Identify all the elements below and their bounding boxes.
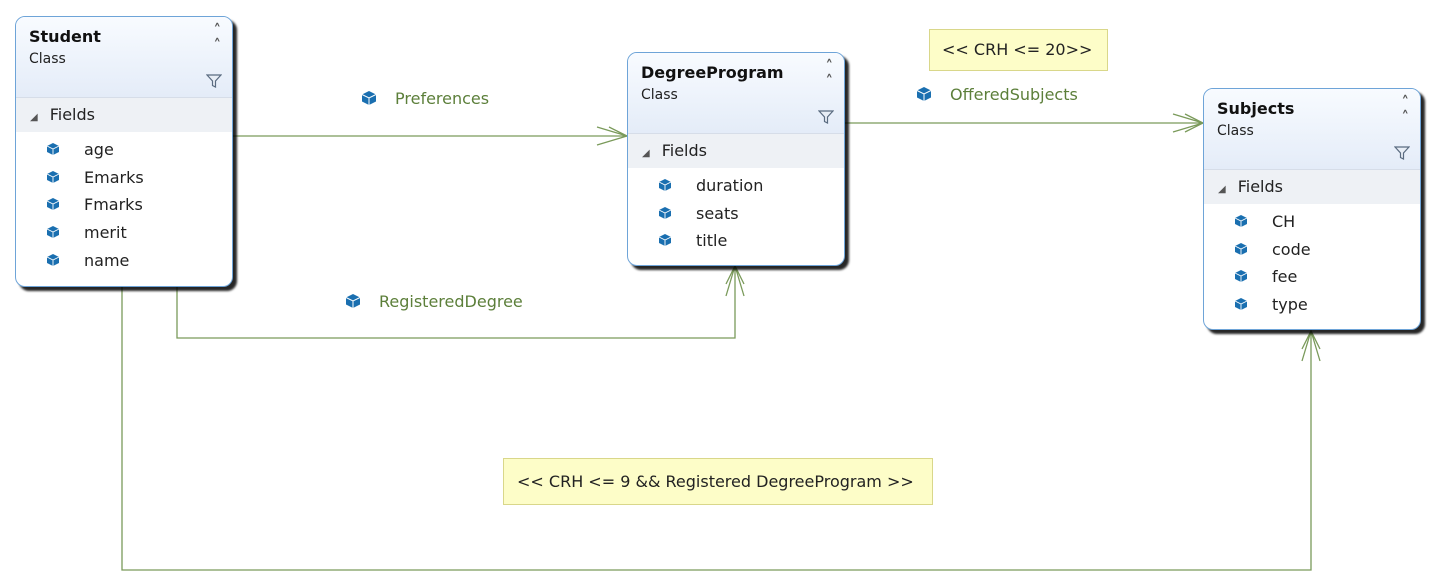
field-name: fee bbox=[1272, 267, 1298, 287]
field-name: Emarks bbox=[84, 167, 144, 187]
field-list: duration seats title bbox=[628, 168, 844, 255]
double-chevron-up-icon[interactable]: ˄ ˄ bbox=[214, 23, 222, 53]
section-label: Fields bbox=[1237, 177, 1283, 196]
filter-funnel-icon[interactable] bbox=[206, 73, 222, 89]
field-item[interactable]: name bbox=[16, 247, 232, 275]
crh-20-note[interactable]: << CRH <= 20>> bbox=[929, 29, 1108, 71]
field-cube-icon bbox=[658, 206, 672, 219]
field-item[interactable]: code bbox=[1204, 236, 1420, 264]
subjects-class-header[interactable]: Subjects Class ˄ ˄ bbox=[1204, 89, 1420, 170]
field-cube-icon bbox=[46, 253, 60, 266]
field-item[interactable]: duration bbox=[628, 172, 844, 200]
degree-program-class-header[interactable]: DegreeProgram Class ˄ ˄ bbox=[628, 53, 844, 134]
field-name: CH bbox=[1272, 212, 1296, 231]
registered-degree-label[interactable]: RegisteredDegree bbox=[345, 292, 523, 311]
crh-9-note[interactable]: << CRH <= 9 && Registered DegreeProgram … bbox=[503, 458, 933, 505]
fields-section-header[interactable]: ◢ Fields bbox=[1204, 170, 1420, 204]
section-label: Fields bbox=[661, 141, 707, 160]
triangle-down-icon[interactable]: ◢ bbox=[1218, 184, 1226, 195]
degree-program-class[interactable]: DegreeProgram Class ˄ ˄ ◢ Fields duration … bbox=[627, 52, 845, 266]
field-cube-icon bbox=[46, 226, 60, 239]
field-item[interactable]: seats bbox=[628, 200, 844, 228]
field-cube-icon bbox=[46, 198, 60, 211]
field-list: age Emarks Fmarks merit name bbox=[16, 132, 232, 274]
offered-subjects-label[interactable]: OfferedSubjects bbox=[916, 85, 1078, 104]
field-name: duration bbox=[696, 176, 764, 195]
field-cube-icon bbox=[658, 234, 672, 247]
field-cube-icon bbox=[1234, 270, 1248, 283]
field-name: name bbox=[84, 250, 130, 270]
student-class[interactable]: Student Class ˄ ˄ ◢ Fields age Emarks Fmar… bbox=[15, 16, 233, 287]
field-cube-icon bbox=[1234, 215, 1248, 227]
property-cube-icon bbox=[361, 91, 377, 105]
association-name: Preferences bbox=[395, 89, 490, 108]
property-cube-icon bbox=[916, 87, 932, 101]
preferences-label[interactable]: Preferences bbox=[361, 89, 489, 108]
class-stereotype: Class bbox=[29, 51, 66, 67]
class-name: DegreeProgram bbox=[641, 63, 784, 82]
field-item[interactable]: age bbox=[16, 136, 232, 164]
field-item[interactable]: type bbox=[1204, 291, 1420, 319]
association-name: RegisteredDegree bbox=[379, 292, 523, 311]
student-subjects-connector bbox=[121, 287, 1312, 571]
field-item[interactable]: Fmarks bbox=[16, 191, 232, 219]
property-cube-icon bbox=[345, 294, 361, 308]
field-item[interactable]: CH bbox=[1204, 208, 1420, 236]
field-item[interactable]: merit bbox=[16, 219, 232, 247]
double-chevron-up-icon[interactable]: ˄ ˄ bbox=[1402, 95, 1410, 125]
field-cube-icon bbox=[1234, 242, 1248, 255]
field-name: seats bbox=[696, 203, 739, 223]
field-item[interactable]: fee bbox=[1204, 263, 1420, 291]
association-name: OfferedSubjects bbox=[950, 85, 1078, 104]
student-class-header[interactable]: Student Class ˄ ˄ bbox=[16, 17, 232, 98]
fields-section-header[interactable]: ◢ Fields bbox=[16, 98, 232, 132]
field-cube-icon bbox=[46, 143, 60, 155]
section-label: Fields bbox=[49, 105, 95, 124]
field-cube-icon bbox=[658, 179, 672, 191]
field-list: CH code fee type bbox=[1204, 204, 1420, 319]
field-name: title bbox=[696, 231, 728, 251]
subjects-class[interactable]: Subjects Class ˄ ˄ ◢ Fields CH code fee ty… bbox=[1203, 88, 1421, 330]
filter-funnel-icon[interactable] bbox=[1394, 145, 1410, 161]
field-name: age bbox=[84, 140, 114, 159]
triangle-down-icon[interactable]: ◢ bbox=[30, 112, 38, 123]
field-name: type bbox=[1272, 295, 1308, 315]
filter-funnel-icon[interactable] bbox=[818, 109, 834, 125]
class-name: Subjects bbox=[1217, 99, 1295, 118]
field-name: Fmarks bbox=[84, 195, 143, 215]
triangle-down-icon[interactable]: ◢ bbox=[642, 148, 650, 159]
field-item[interactable]: title bbox=[628, 227, 844, 255]
field-name: merit bbox=[84, 223, 127, 243]
double-chevron-up-icon[interactable]: ˄ ˄ bbox=[826, 59, 834, 89]
field-name: code bbox=[1272, 239, 1311, 259]
field-cube-icon bbox=[46, 170, 60, 183]
fields-section-header[interactable]: ◢ Fields bbox=[628, 134, 844, 168]
class-stereotype: Class bbox=[641, 87, 678, 103]
field-item[interactable]: Emarks bbox=[16, 164, 232, 192]
field-cube-icon bbox=[1234, 298, 1248, 311]
class-stereotype: Class bbox=[1217, 123, 1254, 139]
class-name: Student bbox=[29, 27, 101, 46]
